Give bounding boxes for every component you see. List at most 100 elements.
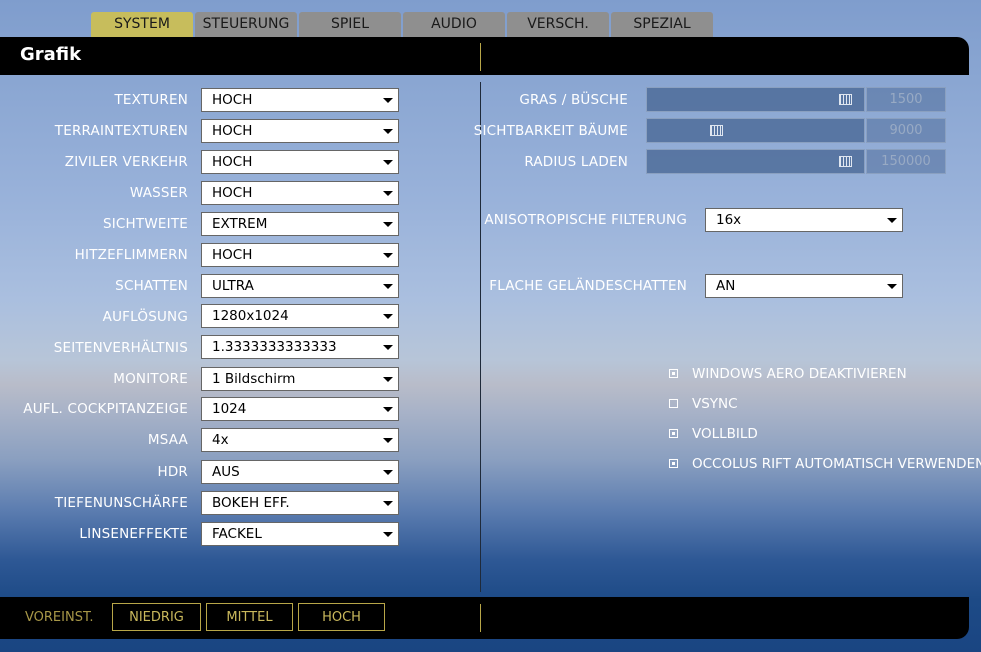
setting-label-msaa: MSAA xyxy=(147,432,188,448)
select-value: HOCH xyxy=(212,154,253,170)
chevron-down-icon xyxy=(383,345,393,350)
select-value: 1 Bildschirm xyxy=(212,371,296,387)
checkbox-label-vsync[interactable]: VSYNC xyxy=(692,396,738,412)
preset-mittel-button[interactable]: MITTEL xyxy=(206,603,293,631)
tab-versch[interactable]: VERSCH. xyxy=(507,12,609,37)
select-msaa[interactable]: 4x xyxy=(201,428,399,452)
preset-hoch-button[interactable]: HOCH xyxy=(298,603,385,631)
slider-value-sichtbarkeit-baeume[interactable]: 9000 xyxy=(866,118,946,143)
setting-label-terraintexturen: TERRAINTEXTUREN xyxy=(54,123,188,139)
tab-steuerung[interactable]: STEUERUNG xyxy=(195,12,297,37)
select-aufloesung[interactable]: 1280x1024 xyxy=(201,304,399,328)
chevron-down-icon xyxy=(383,470,393,475)
slider-value-gras[interactable]: 1500 xyxy=(866,87,946,112)
checkbox-label-oculus[interactable]: OCCOLUS RIFT AUTOMATISCH VERWENDEN xyxy=(692,456,981,472)
select-value: HOCH xyxy=(212,185,253,201)
header-divider xyxy=(480,43,481,71)
checkbox-vsync[interactable] xyxy=(669,399,678,408)
setting-label-sichtweite: SICHTWEITE xyxy=(102,216,188,232)
slider-label-sichtbarkeit-baeume: SICHTBARKEIT BÄUME xyxy=(473,123,628,139)
chevron-down-icon xyxy=(383,129,393,134)
flat-shadows-label: FLACHE GELÄNDESCHATTEN xyxy=(489,278,687,294)
chevron-down-icon xyxy=(383,98,393,103)
aniso-label: ANISOTROPISCHE FILTERUNG xyxy=(484,212,687,228)
select-value: FACKEL xyxy=(212,526,262,542)
checkbox-label-aero[interactable]: WINDOWS AERO DEAKTIVIEREN xyxy=(692,366,907,382)
select-schatten[interactable]: ULTRA xyxy=(201,274,399,298)
chevron-down-icon xyxy=(383,284,393,289)
chevron-down-icon xyxy=(383,438,393,443)
tab-spezial[interactable]: SPEZIAL xyxy=(611,12,713,37)
select-value: 1024 xyxy=(212,401,247,417)
select-hdr[interactable]: AUS xyxy=(201,460,399,484)
select-hitzeflimmern[interactable]: HOCH xyxy=(201,243,399,267)
slider-label-gras: GRAS / BÜSCHE xyxy=(519,92,628,108)
select-value: 4x xyxy=(212,432,229,448)
slider-thumb[interactable] xyxy=(710,125,723,136)
slider-thumb[interactable] xyxy=(839,156,852,167)
select-value: AUS xyxy=(212,464,240,480)
setting-label-tiefenunschaerfe: TIEFENUNSCHÄRFE xyxy=(54,495,188,511)
checkbox-oculus[interactable] xyxy=(669,459,678,468)
setting-label-linseneffekte: LINSENEFFEKTE xyxy=(79,526,188,542)
section-header: Grafik xyxy=(0,37,969,75)
select-value: 16x xyxy=(716,212,742,228)
setting-label-hdr: HDR xyxy=(157,464,188,480)
chevron-down-icon xyxy=(383,222,393,227)
slider-sichtbarkeit-baeume[interactable] xyxy=(646,118,865,143)
slider-radius-laden[interactable] xyxy=(646,149,865,174)
setting-label-seitenverhaeltnis: SEITENVERHÄLTNIS xyxy=(53,340,188,356)
select-value: HOCH xyxy=(212,247,253,263)
select-aufl-cockpitanzeige[interactable]: 1024 xyxy=(201,397,399,421)
chevron-down-icon xyxy=(887,218,897,223)
slider-gras[interactable] xyxy=(646,87,865,112)
tab-spiel[interactable]: SPIEL xyxy=(299,12,401,37)
select-value: HOCH xyxy=(212,123,253,139)
preset-niedrig-button[interactable]: NIEDRIG xyxy=(112,603,201,631)
select-wasser[interactable]: HOCH xyxy=(201,181,399,205)
setting-label-monitore: MONITORE xyxy=(113,371,188,387)
setting-label-wasser: WASSER xyxy=(129,185,188,201)
checkbox-vollbild[interactable] xyxy=(669,429,678,438)
setting-label-texturen: TEXTUREN xyxy=(114,92,188,108)
select-value: 1.3333333333333 xyxy=(212,339,337,355)
slider-thumb[interactable] xyxy=(839,94,852,105)
column-divider xyxy=(480,82,481,592)
checkbox-label-vollbild[interactable]: VOLLBILD xyxy=(692,426,758,442)
tab-audio[interactable]: AUDIO xyxy=(403,12,505,37)
chevron-down-icon xyxy=(383,532,393,537)
select-ziviler-verkehr[interactable]: HOCH xyxy=(201,150,399,174)
select-value: ULTRA xyxy=(212,278,254,294)
select-value: 1280x1024 xyxy=(212,308,289,324)
select-tiefenunschaerfe[interactable]: BOKEH EFF. xyxy=(201,491,399,515)
slider-label-radius-laden: RADIUS LADEN xyxy=(524,154,628,170)
chevron-down-icon xyxy=(887,284,897,289)
select-terraintexturen[interactable]: HOCH xyxy=(201,119,399,143)
chevron-down-icon xyxy=(383,160,393,165)
checkbox-aero[interactable] xyxy=(669,369,678,378)
chevron-down-icon xyxy=(383,191,393,196)
select-aniso[interactable]: 16x xyxy=(705,208,903,232)
footer-divider xyxy=(480,604,481,632)
page-title: Grafik xyxy=(20,44,82,65)
tab-system[interactable]: SYSTEM xyxy=(91,12,193,37)
chevron-down-icon xyxy=(383,501,393,506)
setting-label-ziviler-verkehr: ZIVILER VERKEHR xyxy=(64,154,188,170)
select-texturen[interactable]: HOCH xyxy=(201,88,399,112)
select-flat-shadows[interactable]: AN xyxy=(705,274,903,298)
chevron-down-icon xyxy=(383,377,393,382)
setting-label-hitzeflimmern: HITZEFLIMMERN xyxy=(74,247,188,263)
select-seitenverhaeltnis[interactable]: 1.3333333333333 xyxy=(201,335,399,359)
select-value: AN xyxy=(716,278,736,294)
chevron-down-icon xyxy=(383,314,393,319)
select-monitore[interactable]: 1 Bildschirm xyxy=(201,367,399,391)
select-value: HOCH xyxy=(212,92,253,108)
presets-bar: VOREINST. NIEDRIG MITTEL HOCH xyxy=(0,597,969,639)
slider-value-radius-laden[interactable]: 150000 xyxy=(866,149,946,174)
select-linseneffekte[interactable]: FACKEL xyxy=(201,522,399,546)
select-sichtweite[interactable]: EXTREM xyxy=(201,212,399,236)
chevron-down-icon xyxy=(383,253,393,258)
setting-label-schatten: SCHATTEN xyxy=(115,278,188,294)
select-value: EXTREM xyxy=(212,216,268,232)
setting-label-aufl-cockpitanzeige: AUFL. COCKPITANZEIGE xyxy=(23,401,188,417)
